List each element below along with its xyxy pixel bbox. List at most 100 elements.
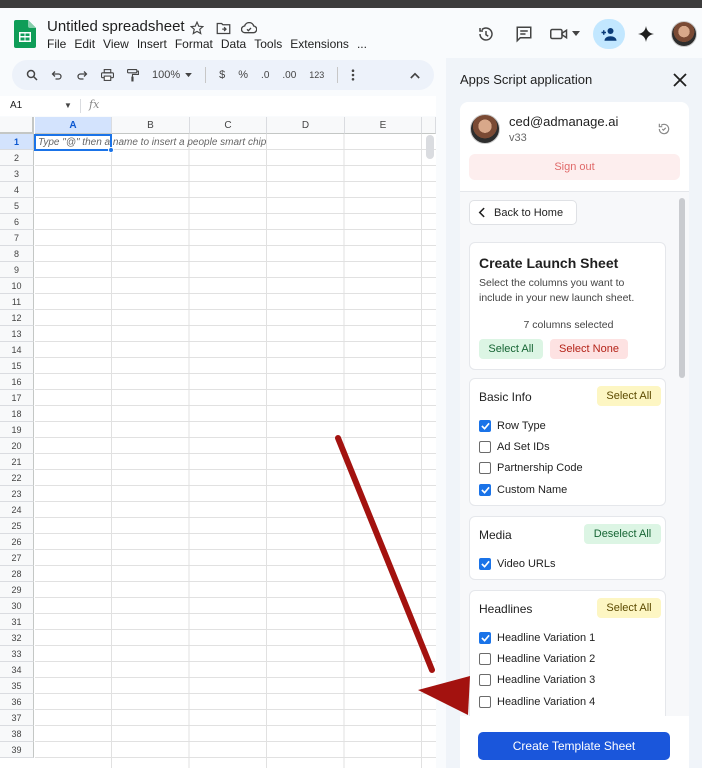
zoom-select[interactable]: 100%: [152, 69, 192, 81]
row-header[interactable]: 39: [0, 742, 34, 758]
column-option[interactable]: Headline Variation 1: [479, 632, 595, 644]
back-to-home-button[interactable]: Back to Home: [469, 200, 577, 225]
redo-button[interactable]: [76, 69, 88, 81]
checkbox[interactable]: [479, 632, 491, 644]
row-header[interactable]: 12: [0, 310, 34, 326]
row-header[interactable]: 15: [0, 358, 34, 374]
close-icon[interactable]: [672, 72, 688, 88]
cloud-status-icon[interactable]: [241, 20, 257, 36]
column-header[interactable]: E: [345, 117, 422, 134]
row-header[interactable]: 24: [0, 502, 34, 518]
column-option[interactable]: Headline Variation 3: [479, 674, 595, 686]
name-box[interactable]: A1: [10, 100, 22, 111]
gemini-button[interactable]: [629, 19, 663, 49]
column-option[interactable]: Headline Variation 4: [479, 696, 595, 708]
spreadsheet-grid[interactable]: A B C D E 1 2 3 4 5 6 7 8 9 10 11 12 13 14 15 16 17 18 19 2…: [0, 117, 436, 768]
column-header[interactable]: B: [112, 117, 190, 134]
menu-file[interactable]: File: [47, 37, 66, 51]
grid-scrollbar[interactable]: [426, 135, 434, 159]
percent-format-button[interactable]: %: [238, 69, 248, 81]
sheets-logo-icon[interactable]: [14, 20, 36, 48]
section-select-all-button[interactable]: Select All: [597, 386, 661, 406]
row-header[interactable]: 28: [0, 566, 34, 582]
row-header[interactable]: 20: [0, 438, 34, 454]
account-avatar[interactable]: [671, 21, 697, 47]
checkbox[interactable]: [479, 484, 491, 496]
section-select-all-button[interactable]: Select All: [597, 598, 661, 618]
row-header[interactable]: 18: [0, 406, 34, 422]
decrease-decimal-button[interactable]: .0: [261, 70, 269, 81]
menu-view[interactable]: View: [103, 37, 129, 51]
sidebar-scrollbar[interactable]: [679, 198, 685, 378]
row-header[interactable]: 17: [0, 390, 34, 406]
select-all-button[interactable]: Select All: [479, 339, 543, 359]
section-deselect-all-button[interactable]: Deselect All: [584, 524, 661, 544]
undo-button[interactable]: [51, 69, 63, 81]
menu-tools[interactable]: Tools: [254, 37, 282, 51]
star-icon[interactable]: [189, 20, 205, 36]
column-header[interactable]: C: [190, 117, 267, 134]
select-all-corner[interactable]: [0, 117, 34, 134]
menu-insert[interactable]: Insert: [137, 37, 167, 51]
chevron-down-icon[interactable]: ▼: [64, 101, 72, 110]
checkbox[interactable]: [479, 558, 491, 570]
row-header[interactable]: 27: [0, 550, 34, 566]
column-option[interactable]: Headline Variation 2: [479, 653, 595, 665]
currency-format-button[interactable]: $: [219, 69, 225, 81]
row-header[interactable]: 6: [0, 214, 34, 230]
row-header[interactable]: 23: [0, 486, 34, 502]
increase-decimal-button[interactable]: .00: [282, 70, 296, 81]
more-options-button[interactable]: [351, 69, 355, 81]
paint-format-button[interactable]: [127, 68, 139, 82]
row-header[interactable]: 19: [0, 422, 34, 438]
row-header[interactable]: 3: [0, 166, 34, 182]
row-header[interactable]: 8: [0, 246, 34, 262]
cell-area[interactable]: [35, 134, 436, 768]
row-header[interactable]: 33: [0, 646, 34, 662]
menu-more[interactable]: ...: [357, 37, 367, 51]
document-title[interactable]: Untitled spreadsheet: [47, 18, 185, 35]
row-header[interactable]: 31: [0, 614, 34, 630]
row-header[interactable]: 38: [0, 726, 34, 742]
checkbox[interactable]: [479, 462, 491, 474]
checkbox[interactable]: [479, 696, 491, 708]
row-header[interactable]: 21: [0, 454, 34, 470]
column-option[interactable]: Partnership Code: [479, 462, 583, 474]
row-header[interactable]: 4: [0, 182, 34, 198]
menu-extensions[interactable]: Extensions: [290, 37, 349, 51]
row-header[interactable]: 16: [0, 374, 34, 390]
column-option[interactable]: Row Type: [479, 420, 546, 432]
menu-data[interactable]: Data: [221, 37, 246, 51]
create-template-sheet-button[interactable]: Create Template Sheet: [478, 732, 670, 760]
row-header[interactable]: 34: [0, 662, 34, 678]
row-header[interactable]: 25: [0, 518, 34, 534]
sign-out-button[interactable]: Sign out: [469, 154, 680, 180]
refresh-icon[interactable]: [657, 122, 671, 136]
row-header[interactable]: 9: [0, 262, 34, 278]
row-header[interactable]: 30: [0, 598, 34, 614]
search-menus-button[interactable]: [26, 69, 38, 81]
column-header[interactable]: D: [267, 117, 345, 134]
checkbox[interactable]: [479, 653, 491, 665]
column-header[interactable]: [422, 117, 436, 134]
column-option[interactable]: Ad Set IDs: [479, 441, 550, 453]
checkbox[interactable]: [479, 674, 491, 686]
menu-edit[interactable]: Edit: [74, 37, 95, 51]
collapse-toolbar-button[interactable]: [410, 72, 420, 79]
row-header[interactable]: 36: [0, 694, 34, 710]
row-header[interactable]: 13: [0, 326, 34, 342]
checkbox[interactable]: [479, 441, 491, 453]
version-history-button[interactable]: [469, 19, 503, 49]
select-none-button[interactable]: Select None: [550, 339, 628, 359]
number-format-button[interactable]: 123: [309, 70, 324, 80]
sidebar-scroll-area[interactable]: Back to Home Create Launch Sheet Select …: [460, 192, 689, 768]
move-folder-icon[interactable]: [215, 20, 231, 36]
row-header[interactable]: 29: [0, 582, 34, 598]
row-header[interactable]: 22: [0, 470, 34, 486]
print-button[interactable]: [101, 69, 114, 81]
meet-button[interactable]: [545, 19, 585, 49]
row-header[interactable]: 11: [0, 294, 34, 310]
row-header[interactable]: 35: [0, 678, 34, 694]
row-header[interactable]: 1: [0, 134, 34, 150]
row-header[interactable]: 10: [0, 278, 34, 294]
